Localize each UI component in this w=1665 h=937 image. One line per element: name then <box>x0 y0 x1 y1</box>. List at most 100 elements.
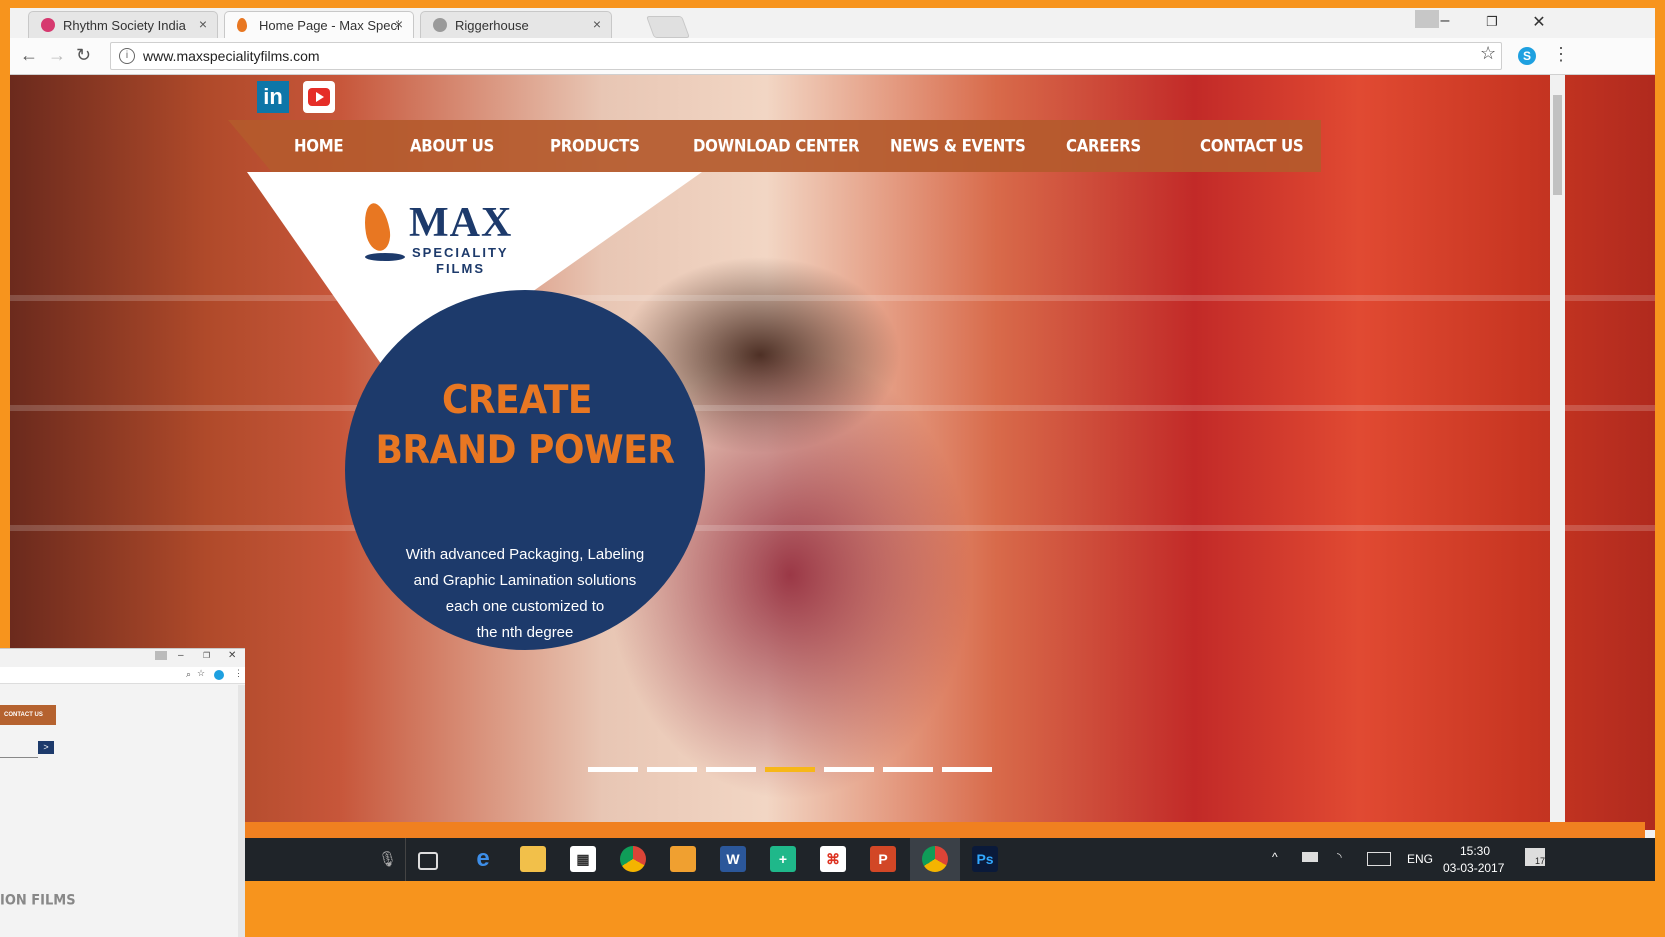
task-view-icon[interactable] <box>418 852 438 870</box>
url-text[interactable]: www.maxspecialityfilms.com <box>143 48 320 64</box>
reload-icon[interactable]: ↻ <box>76 45 91 66</box>
calculator-icon[interactable]: + <box>770 846 796 872</box>
restore-icon[interactable]: ❐ <box>1477 14 1507 30</box>
logo-line2: FILMS <box>436 261 485 276</box>
nav-careers[interactable]: CAREERS <box>1066 136 1141 156</box>
tab-strip: Rhythm Society India × Home Page - Max S… <box>10 8 1655 38</box>
youtube-icon[interactable] <box>303 81 335 113</box>
secondary-window-content: CONTACT US > ION FILMS <box>0 685 240 937</box>
secondary-window-scrollbar[interactable] <box>238 685 245 937</box>
logo-word: MAX <box>409 200 513 246</box>
tab-close-icon[interactable]: × <box>395 16 403 32</box>
flame-logo-icon <box>361 201 393 253</box>
restore-icon[interactable]: ❐ <box>203 651 210 660</box>
clock-date[interactable]: 03-03-2017 <box>1443 861 1504 875</box>
store-icon[interactable]: ▦ <box>570 846 596 872</box>
keyboard-icon[interactable] <box>1367 852 1391 866</box>
slider-dot[interactable] <box>588 767 638 772</box>
window-close-icon[interactable]: ✕ <box>1524 12 1554 32</box>
address-bar[interactable]: i www.maxspecialityfilms.com <box>110 42 1502 70</box>
hero-headline-1: CREATE <box>442 377 592 424</box>
shelf-decoration <box>10 405 1655 411</box>
bookmark-star-icon[interactable]: ☆ <box>1480 43 1496 64</box>
nav-products[interactable]: PRODUCTS <box>550 136 640 156</box>
riggerhouse-favicon-icon <box>433 18 447 32</box>
slider-dot[interactable] <box>824 767 874 772</box>
slider-dot[interactable] <box>706 767 756 772</box>
back-icon[interactable]: ← <box>20 45 38 66</box>
hero-banner: in HOME ABOUT US PRODUCTS DOWNLOAD CENTE… <box>10 75 1655 830</box>
hero-subtext: With advanced Packaging, Labeling and Gr… <box>385 542 665 646</box>
tab-close-icon[interactable]: × <box>199 16 207 32</box>
tab-max-speciality[interactable]: Home Page - Max Specia × <box>224 11 414 38</box>
forward-icon[interactable]: → <box>48 45 66 66</box>
powerpoint-icon[interactable]: P <box>870 846 896 872</box>
windows-taskbar: 🎙 e ▦ W + ⌘ P Ps ^ ◝ ENG 15:30 03-03-201… <box>245 838 1655 881</box>
bookmark-star-icon[interactable]: ☆ <box>197 668 205 679</box>
outlook-icon[interactable] <box>670 846 696 872</box>
main-navigation: HOME ABOUT US PRODUCTS DOWNLOAD CENTER N… <box>228 120 1321 172</box>
secondary-window-toolbar: ⌕ ☆ ⋮ <box>0 667 245 684</box>
show-hidden-icons-chevron-icon[interactable]: ^ <box>1272 850 1278 864</box>
tab-rhythm-society[interactable]: Rhythm Society India × <box>28 11 218 38</box>
wifi-icon[interactable]: ◝ <box>1337 850 1342 864</box>
photoshop-icon[interactable]: Ps <box>972 846 998 872</box>
battery-icon[interactable] <box>1302 852 1318 862</box>
clock-time[interactable]: 15:30 <box>1460 844 1490 858</box>
slider-dot[interactable] <box>883 767 933 772</box>
nav-about-us[interactable]: ABOUT US <box>410 136 494 156</box>
hero-subtext-line: and Graphic Lamination solutions <box>413 572 637 589</box>
max-speciality-films-logo[interactable]: MAX SPECIALITY FILMS <box>361 195 515 285</box>
microphone-icon[interactable]: 🎙 <box>378 850 397 868</box>
hero-subtext-line: With advanced Packaging, Labeling <box>405 546 645 563</box>
tab-title: Home Page - Max Specia <box>259 18 399 33</box>
word-icon[interactable]: W <box>720 846 746 872</box>
skype-extension-icon[interactable]: S <box>1518 47 1536 65</box>
nav-download-center[interactable]: DOWNLOAD CENTER <box>693 136 860 156</box>
tab-close-icon[interactable]: × <box>593 16 601 32</box>
shelf-decoration <box>10 295 1655 301</box>
file-explorer-icon[interactable] <box>520 846 546 872</box>
new-tab-button[interactable] <box>645 16 691 38</box>
page-scrollbar[interactable] <box>1550 75 1565 830</box>
hero-message-circle: CREATE BRAND POWER With advanced Packagi… <box>345 290 705 650</box>
slider-dot[interactable] <box>942 767 992 772</box>
rhythm-society-favicon-icon <box>41 18 55 32</box>
chrome-icon[interactable] <box>620 846 646 872</box>
secondary-browser-window[interactable]: – ❐ ✕ ⌕ ☆ ⋮ CONTACT US > ION FILMS <box>0 648 245 937</box>
hero-subtext-line: each one customized to <box>445 598 605 615</box>
page-footer-bar <box>245 822 1645 838</box>
shelf-decoration <box>10 525 1655 531</box>
nav-news-events[interactable]: NEWS & EVENTS <box>890 136 1026 156</box>
window-close-icon[interactable]: ✕ <box>228 650 236 661</box>
browser-window: Rhythm Society India × Home Page - Max S… <box>10 8 1655 878</box>
secondary-window-titlebar: – ❐ ✕ <box>0 649 245 667</box>
edge-icon[interactable]: e <box>470 846 496 872</box>
language-indicator[interactable]: ENG <box>1407 852 1433 866</box>
slider-dot-active[interactable] <box>765 767 815 772</box>
minimize-icon[interactable]: – <box>178 650 184 661</box>
skype-extension-icon[interactable] <box>214 670 224 680</box>
profile-icon[interactable] <box>155 651 167 660</box>
scrollbar-thumb[interactable] <box>1553 95 1562 195</box>
minimize-icon[interactable]: – <box>1430 12 1460 30</box>
chrome-active-icon[interactable] <box>922 846 948 872</box>
tab-title: Riggerhouse <box>455 18 529 33</box>
browser-menu-icon[interactable]: ⋮ <box>234 668 243 679</box>
mini-contact-us-button[interactable]: CONTACT US <box>0 705 56 725</box>
notification-center-icon[interactable]: 17 <box>1525 848 1545 866</box>
linkedin-icon[interactable]: in <box>257 81 289 113</box>
nav-home[interactable]: HOME <box>294 136 344 156</box>
site-info-icon[interactable]: i <box>119 48 135 64</box>
nav-contact-us[interactable]: CONTACT US <box>1200 136 1304 156</box>
search-icon[interactable]: ⌕ <box>186 669 191 680</box>
logo-line1: SPECIALITY <box>412 245 509 260</box>
acrobat-icon[interactable]: ⌘ <box>820 846 846 872</box>
max-flame-favicon-icon <box>237 18 247 32</box>
tab-riggerhouse[interactable]: Riggerhouse × <box>420 11 612 38</box>
tab-title: Rhythm Society India <box>63 18 186 33</box>
hero-subtext-line: the nth degree <box>476 624 574 641</box>
slider-dot[interactable] <box>647 767 697 772</box>
browser-menu-icon[interactable]: ⋮ <box>1552 44 1570 65</box>
mini-arrow-button[interactable]: > <box>38 741 54 754</box>
